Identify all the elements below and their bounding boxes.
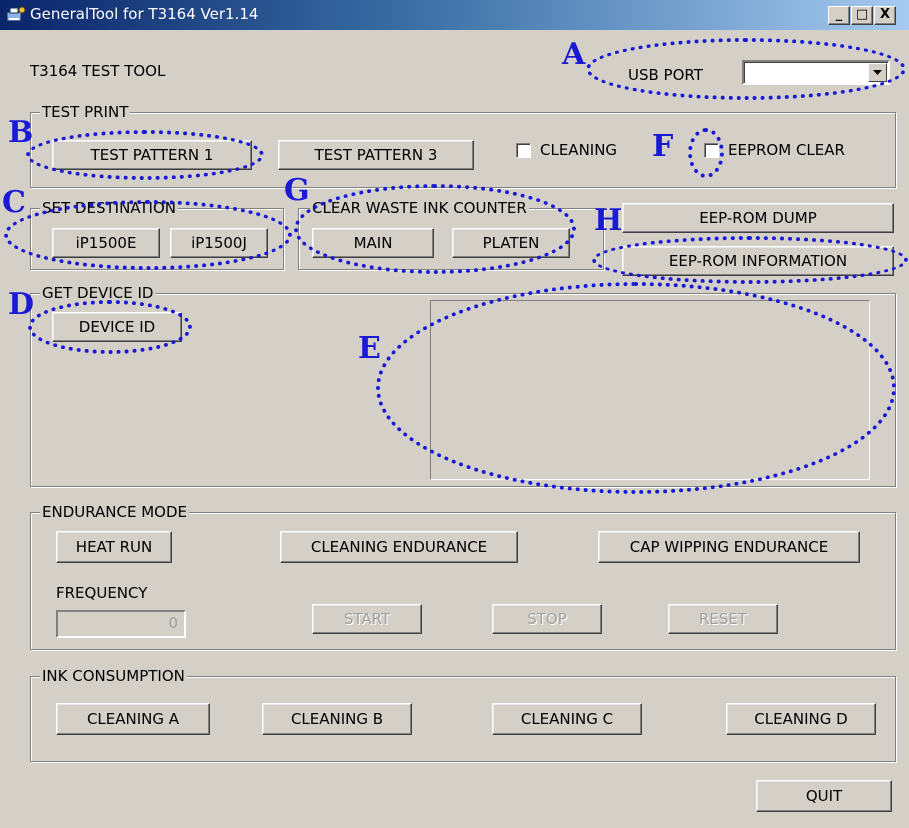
reset-button[interactable]: RESET — [668, 604, 778, 634]
window-title: GeneralTool for T3164 Ver1.14 — [30, 5, 259, 23]
annotation-ring-e — [376, 282, 896, 494]
annotation-label-f: F — [652, 129, 674, 164]
printer-tool-icon — [6, 6, 26, 22]
annotation-label-a: A — [562, 37, 586, 72]
tool-name-label: T3164 TEST TOOL — [30, 62, 166, 80]
stop-button[interactable]: STOP — [492, 604, 602, 634]
maximize-button[interactable]: □ — [851, 6, 873, 25]
test-pattern-3-button[interactable]: TEST PATTERN 3 — [278, 140, 474, 170]
title-bar[interactable]: GeneralTool for T3164 Ver1.14 _ □ X — [0, 0, 909, 30]
annotation-ring-b — [26, 130, 264, 180]
annotation-ring-d — [28, 300, 192, 354]
quit-button[interactable]: QUIT — [756, 780, 892, 812]
annotation-label-b: B — [8, 115, 34, 150]
cleaning-endurance-button[interactable]: CLEANING ENDURANCE — [280, 531, 518, 563]
annotation-ring-f — [688, 128, 724, 178]
annotation-label-h: H — [594, 203, 623, 238]
cleaning-b-button[interactable]: CLEANING B — [262, 703, 412, 735]
frequency-label: FREQUENCY — [56, 584, 148, 602]
cleaning-c-button[interactable]: CLEANING C — [492, 703, 642, 735]
frequency-input[interactable]: 0 — [56, 610, 186, 638]
eeprom-clear-label: EEPROM CLEAR — [728, 141, 845, 159]
endurance-mode-title: ENDURANCE MODE — [40, 503, 190, 521]
cleaning-d-button[interactable]: CLEANING D — [726, 703, 876, 735]
close-button[interactable]: X — [874, 6, 896, 25]
annotation-ring-h — [592, 236, 908, 284]
annotation-label-c: C — [2, 185, 26, 220]
annotation-label-g: G — [284, 173, 310, 208]
cleaning-checkbox[interactable] — [516, 143, 531, 158]
minimize-button[interactable]: _ — [828, 6, 850, 25]
annotation-ring-a — [586, 38, 906, 100]
start-button[interactable]: START — [312, 604, 422, 634]
eeprom-dump-button[interactable]: EEP-ROM DUMP — [622, 203, 894, 233]
heat-run-button[interactable]: HEAT RUN — [56, 531, 172, 563]
ink-consumption-title: INK CONSUMPTION — [40, 667, 187, 685]
annotation-label-d: D — [8, 287, 35, 322]
cap-wipping-endurance-button[interactable]: CAP WIPPING ENDURANCE — [598, 531, 860, 563]
annotation-ring-g — [294, 184, 576, 274]
annotation-label-e: E — [358, 331, 381, 366]
cleaning-a-button[interactable]: CLEANING A — [56, 703, 210, 735]
cleaning-label: CLEANING — [540, 141, 618, 159]
annotation-ring-c — [4, 200, 292, 270]
test-print-title: TEST PRINT — [40, 103, 131, 121]
